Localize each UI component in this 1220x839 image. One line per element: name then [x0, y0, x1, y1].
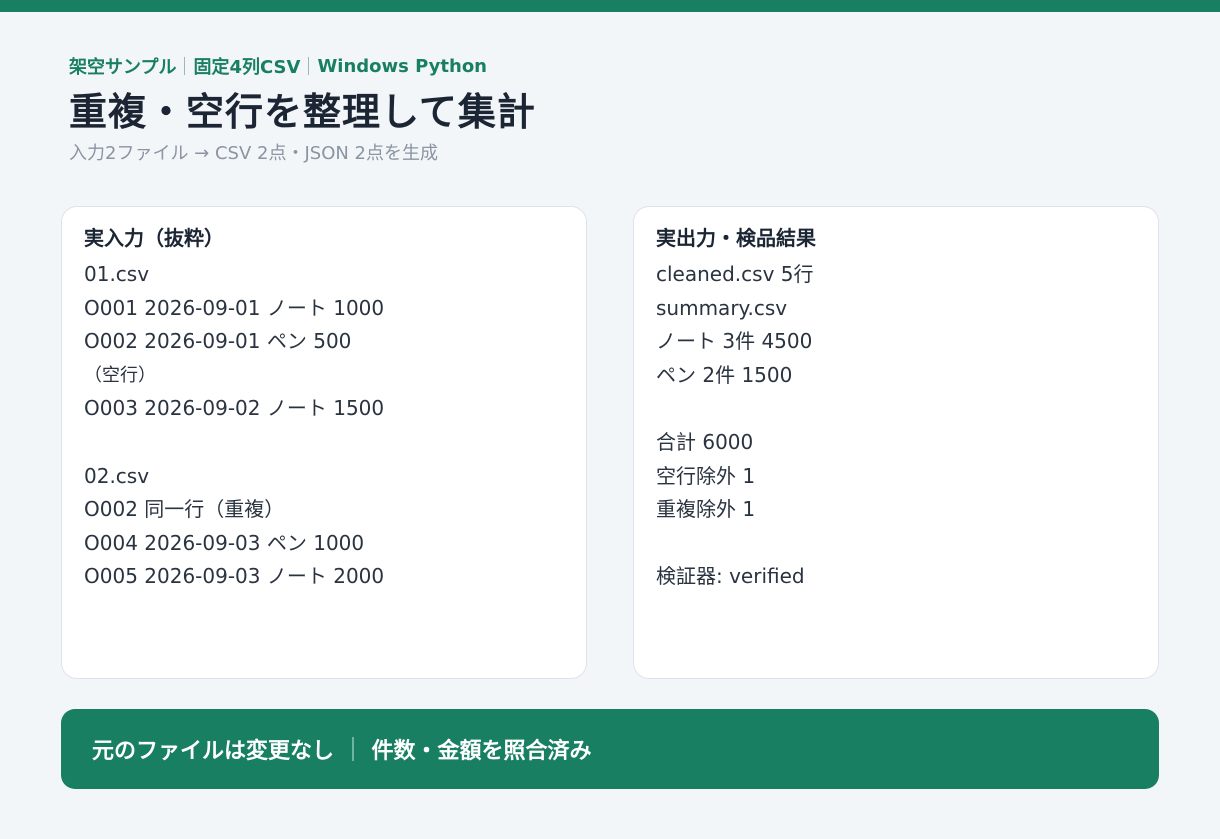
output-line: 合計 6000 — [656, 429, 754, 454]
output-line-blank — [656, 527, 1136, 561]
input-line-blank — [84, 426, 564, 460]
input-line: O004 2026-09-03 ペン 1000 — [84, 530, 365, 555]
input-line: O003 2026-09-02 ノート 1500 — [84, 396, 385, 421]
output-card-title: 実出力・検品結果 — [656, 226, 816, 250]
input-lines: 01.csv O001 2026-09-01 ノート 1000 O002 202… — [84, 258, 564, 594]
tag-platform: Windows Python — [317, 55, 487, 77]
banner-divider — [352, 737, 354, 761]
output-line: 検証器: verified — [656, 564, 805, 589]
output-line: ペン 2件 1500 — [656, 362, 793, 387]
summary-banner: 元のファイルは変更なし 件数・金額を照合済み — [61, 709, 1159, 789]
tag-row: 架空サンプル 固定4列CSV Windows Python — [69, 52, 536, 80]
tag-csv-format: 固定4列CSV — [193, 57, 301, 78]
tag-sample: 架空サンプル — [69, 57, 177, 78]
input-card: 実入力（抜粋） 01.csv O001 2026-09-01 ノート 1000 … — [61, 206, 587, 679]
input-line: O001 2026-09-01 ノート 1000 — [84, 295, 385, 320]
banner-left-text: 元のファイルは変更なし — [92, 739, 335, 764]
output-line: ノート 3件 4500 — [656, 329, 813, 354]
output-lines: cleaned.csv 5行 summary.csv ノート 3件 4500 ペ… — [656, 258, 1136, 594]
page-subtitle: 入力2ファイル → CSV 2点・JSON 2点を生成 — [69, 143, 438, 164]
tag-divider — [308, 57, 310, 75]
output-line: 重複除外 1 — [656, 497, 756, 522]
input-line: （空行） — [84, 364, 156, 386]
output-line-blank — [656, 392, 1136, 426]
output-line: 空行除外 1 — [656, 463, 756, 488]
input-card-title: 実入力（抜粋） — [84, 226, 224, 250]
banner-right-text: 件数・金額を照合済み — [371, 739, 592, 764]
page-title: 重複・空行を整理して集計 — [69, 90, 536, 134]
output-line: cleaned.csv 5行 — [656, 262, 814, 286]
tag-divider — [184, 57, 186, 75]
input-line: O002 2026-09-01 ペン 500 — [84, 329, 352, 354]
input-line: O002 同一行（重複） — [84, 497, 285, 522]
input-line: 01.csv — [84, 262, 150, 286]
output-card: 実出力・検品結果 cleaned.csv 5行 summary.csv ノート … — [633, 206, 1159, 679]
page-header: 架空サンプル 固定4列CSV Windows Python 重複・空行を整理して… — [69, 52, 536, 166]
input-line: O005 2026-09-03 ノート 2000 — [84, 564, 385, 589]
input-line: 02.csv — [84, 463, 150, 488]
output-line: summary.csv — [656, 295, 788, 320]
top-accent-bar — [0, 0, 1220, 12]
